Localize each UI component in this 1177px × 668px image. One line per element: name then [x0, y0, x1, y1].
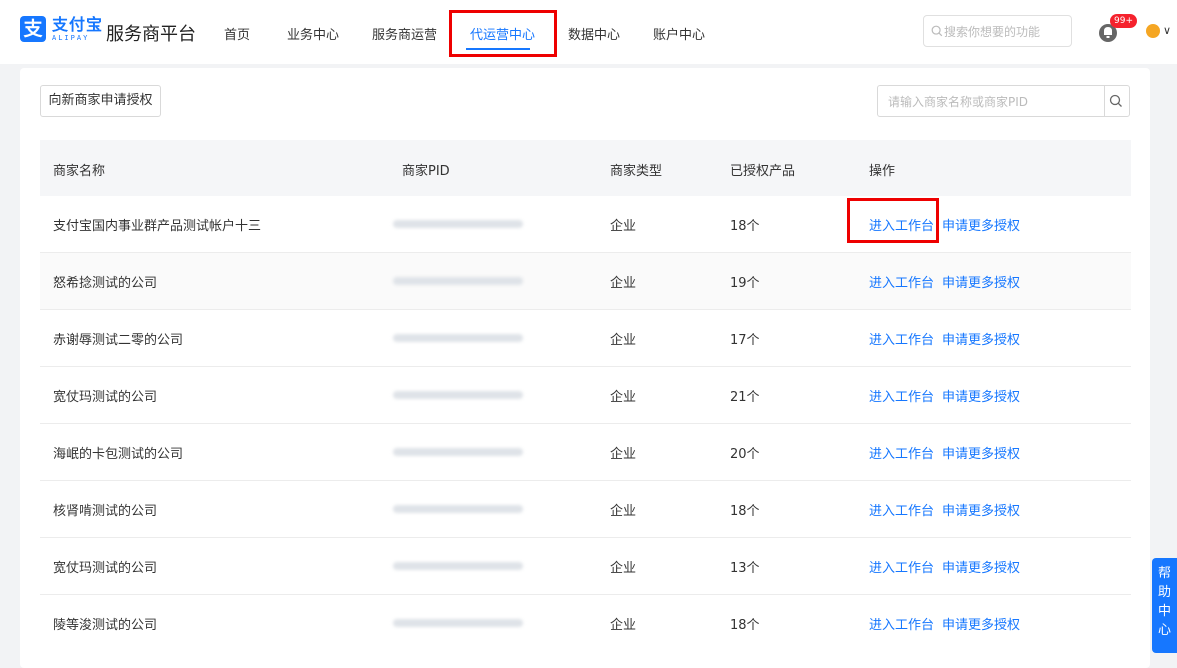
table-row: 支付宝国内事业群产品测试帐户十三 企业 18个 进入工作台 申请更多授权 — [40, 196, 1131, 253]
enter-workbench-link[interactable]: 进入工作台 — [869, 443, 934, 462]
authorized-products: 20个 — [730, 447, 760, 462]
table-row: 陵等浚测试的公司 企业 18个 进入工作台 申请更多授权 — [40, 595, 1131, 648]
authorized-products: 13个 — [730, 561, 760, 576]
authorized-products: 21个 — [730, 390, 760, 405]
merchant-search — [877, 85, 1130, 118]
merchant-name: 宽仗玛测试的公司 — [53, 561, 158, 576]
merchant-name: 核肾啃测试的公司 — [53, 504, 158, 519]
global-search-input[interactable]: 搜索你想要的功能 — [923, 15, 1072, 47]
nav-data-center[interactable]: 数据中心 — [568, 24, 620, 43]
table-row: 海岷的卡包测试的公司 企业 20个 进入工作台 申请更多授权 — [40, 424, 1131, 481]
enter-workbench-link[interactable]: 进入工作台 — [869, 614, 934, 633]
enter-workbench-link[interactable]: 进入工作台 — [869, 272, 934, 291]
nav-account-center[interactable]: 账户中心 — [653, 24, 705, 43]
merchant-name: 怒希捻测试的公司 — [53, 276, 158, 291]
notification-badge: 99+ — [1110, 14, 1137, 28]
table-row: 赤谢辱测试二零的公司 企业 17个 进入工作台 申请更多授权 — [40, 310, 1131, 367]
authorized-products: 18个 — [730, 504, 760, 519]
alipay-logo-icon: 支 — [20, 16, 46, 42]
merchant-type: 企业 — [610, 333, 637, 348]
merchant-type: 企业 — [610, 219, 637, 234]
column-header-merchant-name: 商家名称 — [53, 164, 106, 179]
platform-title: 服务商平台 — [106, 24, 196, 45]
merchant-pid-blurred — [393, 220, 523, 228]
avatar[interactable] — [1146, 24, 1160, 38]
help-center-char: 中 — [1157, 604, 1171, 619]
request-more-auth-link[interactable]: 申请更多授权 — [942, 500, 1020, 519]
authorized-products: 19个 — [730, 276, 760, 291]
column-header-authorized-products: 已授权产品 — [730, 164, 796, 179]
merchant-search-input[interactable] — [878, 86, 1110, 118]
authorized-products: 17个 — [730, 333, 760, 348]
merchant-type: 企业 — [610, 447, 637, 462]
authorized-products: 18个 — [730, 618, 760, 633]
merchant-name: 宽仗玛测试的公司 — [53, 390, 158, 405]
enter-workbench-link[interactable]: 进入工作台 — [869, 500, 934, 519]
request-more-auth-link[interactable]: 申请更多授权 — [942, 443, 1020, 462]
merchant-name: 赤谢辱测试二零的公司 — [53, 333, 184, 348]
merchant-type: 企业 — [610, 561, 637, 576]
merchant-type: 企业 — [610, 504, 637, 519]
apply-authorization-button[interactable]: 向新商家申请授权 — [40, 85, 161, 117]
merchant-name: 支付宝国内事业群产品测试帐户十三 — [53, 219, 262, 234]
merchant-pid-blurred — [393, 619, 523, 627]
column-header-actions: 操作 — [869, 164, 896, 179]
alipay-logo[interactable]: 支 支付宝 ALIPAY — [20, 16, 103, 42]
request-more-auth-link[interactable]: 申请更多授权 — [942, 557, 1020, 576]
chevron-down-icon[interactable]: ∨ — [1163, 24, 1171, 37]
table-row: 宽仗玛测试的公司 企业 13个 进入工作台 申请更多授权 — [40, 538, 1131, 595]
table-row: 宽仗玛测试的公司 企业 21个 进入工作台 申请更多授权 — [40, 367, 1131, 424]
nav-business-center[interactable]: 业务中心 — [287, 24, 339, 43]
merchant-pid-blurred — [393, 334, 523, 342]
logo-subtext: ALIPAY — [52, 33, 90, 42]
request-more-auth-link[interactable]: 申请更多授权 — [942, 386, 1020, 405]
merchant-name: 陵等浚测试的公司 — [53, 618, 158, 633]
authorized-products: 18个 — [730, 219, 760, 234]
request-more-auth-link[interactable]: 申请更多授权 — [942, 614, 1020, 633]
merchant-name: 海岷的卡包测试的公司 — [53, 447, 184, 462]
search-icon[interactable] — [1108, 93, 1124, 109]
merchant-pid-blurred — [393, 277, 523, 285]
nav-home[interactable]: 首页 — [224, 24, 250, 43]
logo-text: 支付宝 — [52, 14, 104, 34]
merchant-type: 企业 — [610, 618, 637, 633]
nav-provider-operations[interactable]: 服务商运营 — [372, 24, 437, 43]
highlight-box-nav — [449, 10, 557, 57]
help-center-char: 助 — [1157, 585, 1171, 600]
help-center-char: 帮 — [1157, 566, 1171, 581]
enter-workbench-link[interactable]: 进入工作台 — [869, 329, 934, 348]
request-more-auth-link[interactable]: 申请更多授权 — [942, 215, 1020, 234]
merchant-type: 企业 — [610, 276, 637, 291]
merchant-pid-blurred — [393, 391, 523, 399]
search-icon — [931, 25, 943, 37]
request-more-auth-link[interactable]: 申请更多授权 — [942, 329, 1020, 348]
merchant-pid-blurred — [393, 448, 523, 456]
enter-workbench-link[interactable]: 进入工作台 — [869, 386, 934, 405]
global-search-placeholder: 搜索你想要的功能 — [944, 25, 1041, 39]
merchant-pid-blurred — [393, 505, 523, 513]
column-header-merchant-pid: 商家PID — [402, 164, 450, 179]
column-header-merchant-type: 商家类型 — [610, 164, 663, 179]
enter-workbench-link[interactable]: 进入工作台 — [869, 557, 934, 576]
highlight-box-workbench — [847, 198, 939, 243]
merchant-type: 企业 — [610, 390, 637, 405]
help-center-button[interactable]: 帮 助 中 心 — [1152, 558, 1177, 653]
table-row: 核肾啃测试的公司 企业 18个 进入工作台 申请更多授权 — [40, 481, 1131, 538]
merchant-pid-blurred — [393, 562, 523, 570]
help-center-char: 心 — [1157, 623, 1171, 638]
table-row: 怒希捻测试的公司 企业 19个 进入工作台 申请更多授权 — [40, 253, 1131, 310]
top-navigation-bar: 支 支付宝 ALIPAY 服务商平台 首页 业务中心 服务商运营 代运营中心 数… — [0, 0, 1177, 64]
table-header — [40, 140, 1131, 196]
request-more-auth-link[interactable]: 申请更多授权 — [942, 272, 1020, 291]
